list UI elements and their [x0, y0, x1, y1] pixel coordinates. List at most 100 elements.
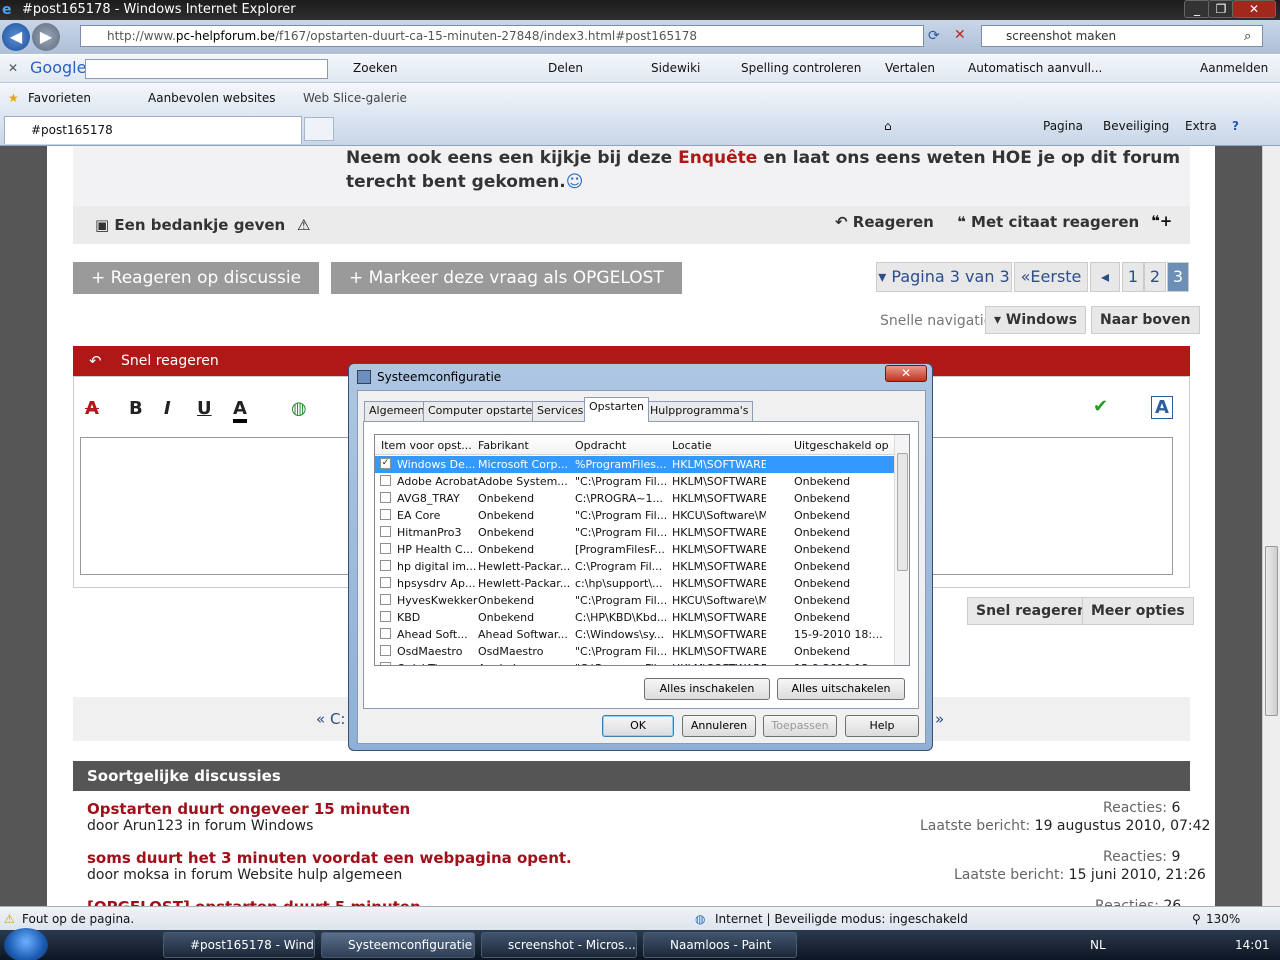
status-error[interactable]: Fout op de pagina. — [22, 912, 134, 926]
prev-page-button[interactable]: ◂ — [1090, 262, 1120, 292]
col-uitgeschakeld[interactable]: Uitgeschakeld op — [794, 439, 889, 452]
spellcheck-icon[interactable]: ✔ — [1093, 396, 1108, 417]
toolbar-sidewiki[interactable]: Sidewiki — [651, 61, 700, 75]
underline-icon[interactable]: U — [197, 398, 212, 419]
startup-row[interactable]: hpsysdrv Ap... Hewlett-Packar... c:\hp\sup… — [375, 575, 895, 592]
startup-checkbox[interactable] — [380, 594, 391, 605]
startup-checkbox[interactable] — [380, 509, 391, 520]
toolbar-delen[interactable]: Delen — [548, 61, 583, 75]
tab-computer-opstarten[interactable]: Computer opstarten — [423, 401, 545, 421]
disable-all-button[interactable]: Alles uitschakelen — [777, 678, 905, 700]
tab-post[interactable]: #post165178 — [4, 116, 302, 144]
forward-button[interactable]: ▶ — [32, 23, 60, 51]
start-button[interactable] — [4, 928, 48, 960]
search-icon[interactable]: ⌕ — [1244, 29, 1251, 44]
search-input[interactable]: screenshot maken — [981, 25, 1263, 47]
page-1[interactable]: 1 — [1122, 262, 1144, 292]
similar-title-1[interactable]: Opstarten duurt ongeveer 15 minuten — [87, 800, 410, 818]
new-tab-button[interactable] — [304, 117, 334, 141]
taskbar-ie[interactable]: #post165178 - Wind... — [163, 932, 315, 958]
next-thread-arrow[interactable]: » — [935, 710, 944, 728]
startup-row[interactable]: HyvesKwekker Onbekend "C:\Program Fil... HK… — [375, 592, 895, 609]
web-slice-gallery-link[interactable]: Web Slice-galerie — [303, 91, 407, 105]
startup-row[interactable]: OsdMaestro OsdMaestro "C:\Program Fil... HK… — [375, 643, 895, 660]
help-icon[interactable]: ? — [1232, 119, 1239, 133]
toolbar-autofill[interactable]: Automatisch aanvull... — [968, 61, 1102, 75]
startup-row[interactable]: Ahead Soft... Ahead Softwar... C:\Windows\… — [375, 626, 895, 643]
startup-checkbox[interactable] — [380, 475, 391, 486]
tab-opstarten[interactable]: Opstarten — [584, 397, 649, 422]
enable-all-button[interactable]: Alles inschakelen — [644, 678, 770, 700]
startup-checkbox[interactable] — [380, 543, 391, 554]
more-options-button[interactable]: Meer opties — [1082, 597, 1194, 625]
startup-checkbox[interactable] — [380, 492, 391, 503]
link-icon[interactable]: ◍ — [291, 398, 307, 419]
startup-checkbox[interactable] — [380, 611, 391, 622]
reply-button[interactable]: ↶ Reageren — [835, 213, 934, 231]
startup-row[interactable]: Adobe Acrobat Adobe System... "C:\Program … — [375, 473, 895, 490]
page-2[interactable]: 2 — [1144, 262, 1166, 292]
cancel-button[interactable]: Annuleren — [682, 715, 756, 737]
startup-row[interactable]: QuickTimeApple Inc."C:\Program Fil...HKL… — [375, 660, 895, 665]
startup-row[interactable]: KBD Onbekend C:\HP\KBD\Kbd... HKLM\SOFTWARE… — [375, 609, 895, 626]
first-page-button[interactable]: «Eerste — [1014, 262, 1088, 292]
tab-hulpprogrammas[interactable]: Hulpprogramma's — [645, 401, 754, 421]
mark-solved-button[interactable]: + Markeer deze vraag als OPGELOST — [331, 262, 682, 294]
startup-row[interactable]: AVG8_TRAY Onbekend C:\PROGRA~1... HKLM\SOFT… — [375, 490, 895, 507]
minimize-button[interactable]: _ — [1184, 0, 1210, 18]
menu-extra[interactable]: Extra — [1185, 119, 1217, 133]
startup-row[interactable]: HitmanPro3 Onbekend "C:\Program Fil... HKLM… — [375, 524, 895, 541]
tab-services[interactable]: Services — [532, 401, 589, 421]
menu-pagina[interactable]: Pagina — [1043, 119, 1083, 133]
startup-row[interactable]: ✓ Windows De... Microsoft Corp... %ProgramF… — [375, 456, 895, 473]
dialog-close-button[interactable]: ✕ — [885, 365, 927, 382]
maximize-button[interactable]: ❐ — [1208, 0, 1234, 18]
startup-checkbox[interactable] — [380, 526, 391, 537]
multi-quote-icon[interactable]: ❝+ — [1151, 212, 1172, 230]
back-button[interactable]: ◀ — [2, 23, 30, 51]
enquete-link[interactable]: Enquête — [678, 148, 757, 168]
recommended-sites-link[interactable]: Aanbevolen websites — [148, 91, 276, 105]
startup-row[interactable]: HP Health C... Onbekend [ProgramFilesF... H… — [375, 541, 895, 558]
col-locatie[interactable]: Locatie — [672, 439, 712, 452]
help-button[interactable]: Help — [845, 715, 919, 737]
tab-algemeen[interactable]: Algemeen — [364, 401, 430, 421]
startup-list[interactable]: Item voor opst... Fabrikant Opdracht Loc… — [374, 434, 910, 666]
taskbar-word[interactable]: screenshot - Micros... — [481, 932, 637, 958]
bold-icon[interactable]: B — [129, 398, 143, 419]
toolbar-zoeken[interactable]: Zoeken — [353, 61, 397, 75]
quick-reply-button[interactable]: Snel reageren — [967, 597, 1096, 625]
stop-icon[interactable]: ✕ — [954, 27, 966, 43]
startup-row[interactable]: EA Core Onbekend "C:\Program Fil... HKCU\So… — [375, 507, 895, 524]
list-scroll-thumb[interactable] — [897, 453, 908, 571]
remove-format-icon[interactable]: A — [85, 398, 99, 419]
italic-icon[interactable]: I — [164, 398, 171, 419]
menu-beveiliging[interactable]: Beveiliging — [1103, 119, 1169, 133]
list-scrollbar[interactable] — [894, 435, 909, 665]
address-input[interactable]: http://www.pc-helpforum.be/f167/opstarte… — [80, 25, 924, 47]
font-color-icon[interactable]: A — [233, 398, 247, 423]
startup-checkbox[interactable] — [380, 662, 391, 665]
prev-thread-link[interactable]: « C: — [316, 710, 345, 728]
startup-checkbox[interactable] — [380, 577, 391, 588]
thank-button[interactable]: ▣ Een bedankje geven — [95, 216, 285, 234]
report-icon[interactable]: ⚠ — [297, 216, 310, 234]
similar-title-3[interactable]: [OPGELOST] opstarten duurt 5 minuten — [87, 898, 421, 906]
col-opdracht[interactable]: Opdracht — [575, 439, 626, 452]
refresh-icon[interactable]: ⟳ — [928, 28, 940, 44]
scroll-thumb[interactable] — [1265, 546, 1278, 716]
startup-checkbox[interactable]: ✓ — [380, 458, 391, 469]
google-search-input[interactable] — [85, 59, 328, 79]
pagination-label[interactable]: ▾ Pagina 3 van 3 — [876, 262, 1012, 292]
taskbar-msconfig[interactable]: Systeemconfiguratie — [321, 932, 475, 958]
status-zoom[interactable]: 130% — [1206, 912, 1240, 926]
startup-checkbox[interactable] — [380, 628, 391, 639]
quick-nav-dropdown[interactable]: ▾ Windows — [985, 306, 1087, 334]
startup-checkbox[interactable] — [380, 645, 391, 656]
to-top-button[interactable]: Naar boven — [1091, 306, 1200, 334]
favorites-button[interactable]: Favorieten — [28, 91, 91, 105]
quote-reply-button[interactable]: ❝ Met citaat reageren — [957, 213, 1139, 231]
close-button[interactable]: ✕ — [1232, 0, 1276, 18]
toolbar-vertalen[interactable]: Vertalen — [885, 61, 935, 75]
startup-row[interactable]: hp digital im... Hewlett-Packar... C:\Prog… — [375, 558, 895, 575]
